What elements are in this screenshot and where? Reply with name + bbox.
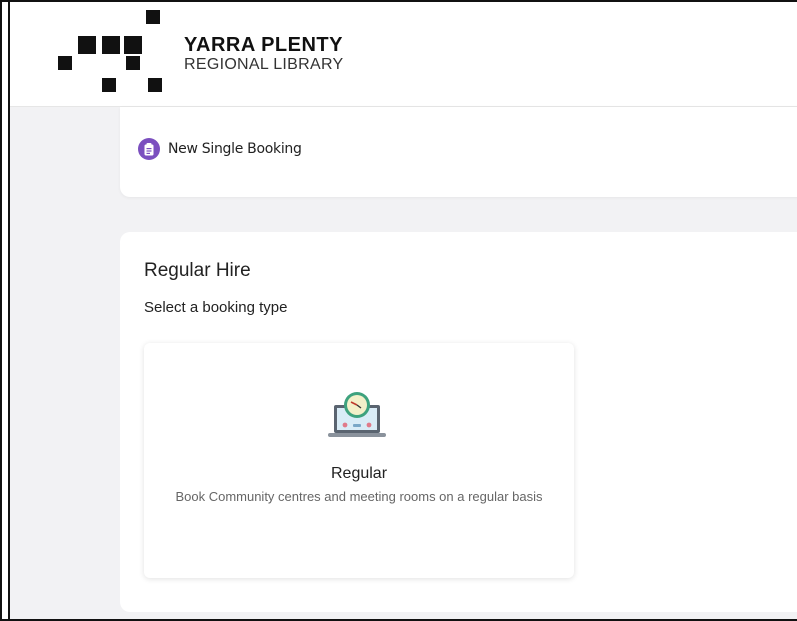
clipboard-icon [138, 138, 160, 160]
booking-type-description: Book Community centres and meeting rooms… [175, 489, 543, 504]
regular-hire-card: Regular Hire Select a booking type Regul… [120, 232, 797, 612]
section-title: Regular Hire [144, 260, 251, 281]
library-logo-text[interactable]: YARRA PLENTY REGIONAL LIBRARY [184, 34, 344, 74]
quick-actions-card: New Single Booking [120, 107, 797, 197]
main-content: New Single Booking Regular Hire Select a… [10, 107, 797, 619]
new-single-booking-label: New Single Booking [168, 141, 302, 157]
brand-name: YARRA PLENTY [184, 34, 343, 56]
site-header: YARRA PLENTY REGIONAL LIBRARY [10, 2, 797, 107]
laptop-clock-icon [328, 391, 390, 443]
library-logo-mark[interactable] [56, 10, 166, 94]
browser-frame: YARRA PLENTY REGIONAL LIBRARY New Single… [0, 0, 797, 621]
section-subtitle: Select a booking type [144, 299, 288, 316]
new-single-booking-link[interactable]: New Single Booking [138, 138, 302, 160]
brand-subname: REGIONAL LIBRARY [184, 56, 344, 73]
booking-type-regular-tile[interactable]: Regular Book Community centres and meeti… [144, 343, 574, 578]
booking-type-title: Regular [330, 465, 388, 482]
